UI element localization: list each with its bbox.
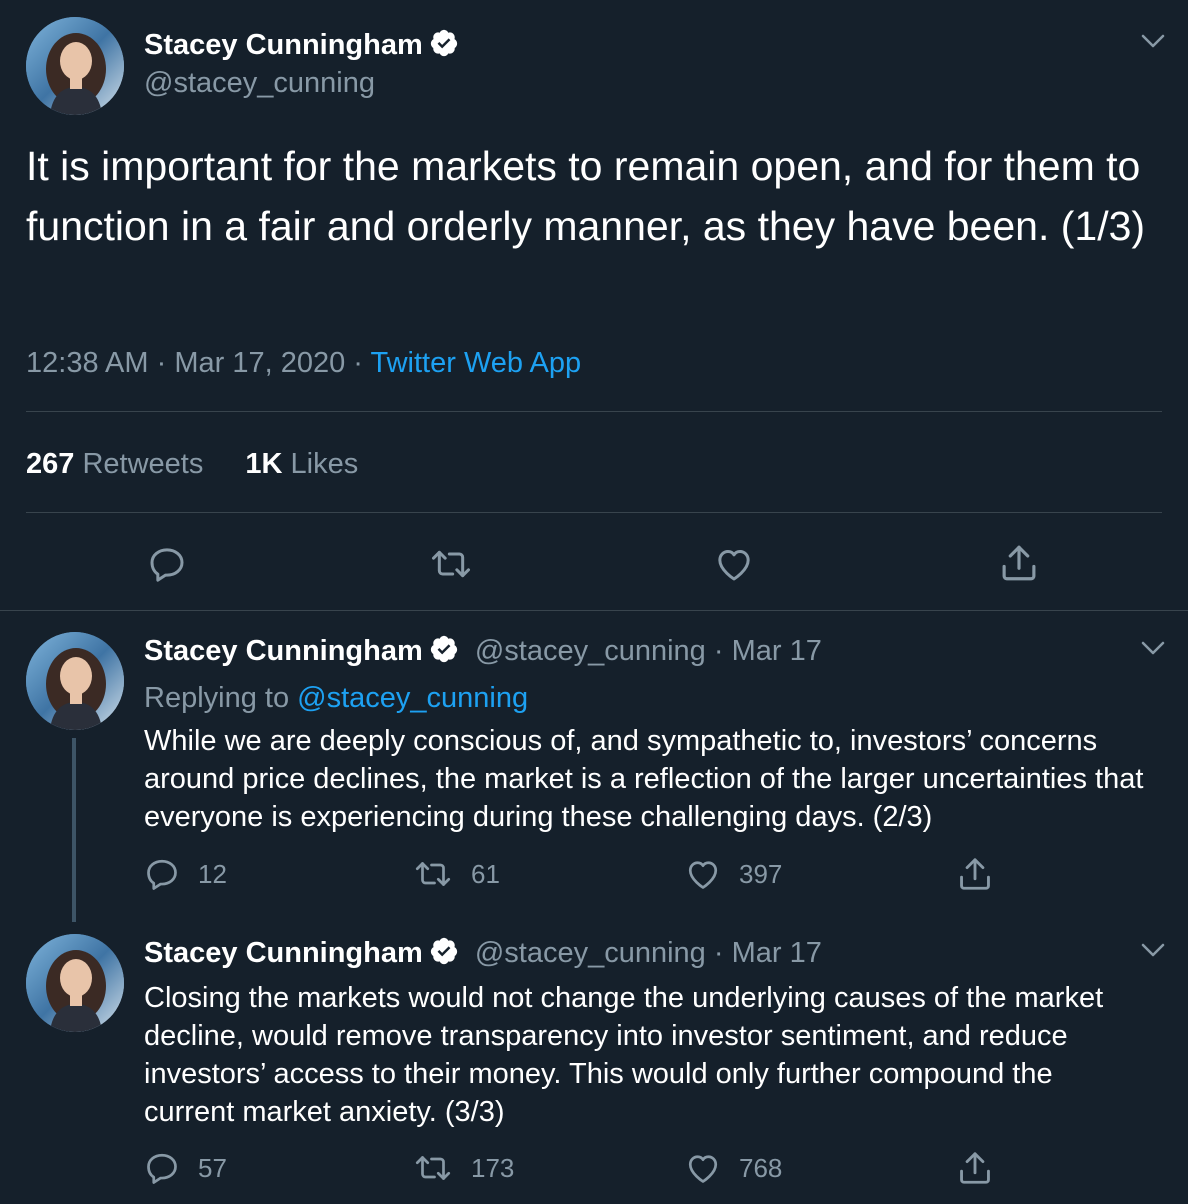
verified-badge-icon: [429, 28, 459, 71]
meta-separator: ·: [156, 347, 167, 379]
heart-icon: [685, 856, 721, 892]
retweet-count: 173: [471, 1152, 515, 1183]
divider: [0, 610, 1188, 611]
likes-stat[interactable]: 1K Likes: [245, 448, 358, 480]
retweet-button[interactable]: [429, 544, 473, 589]
retweet-icon: [413, 856, 453, 892]
main-tweet-author[interactable]: Stacey Cunningham: [144, 28, 459, 71]
like-button[interactable]: [714, 544, 754, 589]
avatar-photo: [26, 632, 124, 730]
meta-separator: ·: [713, 635, 724, 667]
retweets-label: Retweets: [82, 448, 204, 480]
reply-header: Stacey Cunningham @stacey_cunning · Mar …: [144, 634, 822, 672]
like-count: 397: [739, 858, 783, 889]
heart-icon: [714, 544, 754, 584]
reply-icon: [147, 544, 187, 584]
tweet-stats: 267 Retweets 1K Likes: [26, 446, 358, 482]
retweet-button[interactable]: 61: [413, 856, 500, 892]
chevron-down-icon[interactable]: [1138, 935, 1168, 970]
share-icon: [956, 855, 994, 893]
likes-count: 1K: [245, 448, 283, 480]
avatar[interactable]: [26, 632, 124, 730]
tweet-time[interactable]: 12:38 AM: [26, 347, 149, 379]
chevron-down-icon[interactable]: [1138, 633, 1168, 668]
share-button[interactable]: [956, 1149, 994, 1187]
verified-badge-icon: [429, 634, 459, 672]
heart-icon: [685, 1150, 721, 1186]
reply-button[interactable]: [147, 544, 187, 589]
reply-text: While we are deeply conscious of, and sy…: [144, 725, 1144, 833]
avatar[interactable]: [26, 934, 124, 1032]
reply-button[interactable]: 57: [144, 1150, 227, 1186]
retweet-button[interactable]: 173: [413, 1150, 514, 1186]
like-count: 768: [739, 1152, 783, 1183]
share-icon: [998, 542, 1040, 584]
reply-count: 57: [198, 1152, 227, 1183]
reply-count: 12: [198, 858, 227, 889]
meta-separator: ·: [353, 347, 363, 379]
reply-icon: [144, 1150, 180, 1186]
author-handle[interactable]: @stacey_cunning: [144, 66, 375, 100]
meta-separator: ·: [713, 937, 724, 969]
divider: [26, 512, 1162, 513]
tweet-source[interactable]: Twitter Web App: [371, 347, 582, 379]
replying-to: Replying to @stacey_cunning: [144, 680, 528, 716]
replying-to-label: Replying to: [144, 682, 290, 714]
like-button[interactable]: 397: [685, 856, 782, 892]
tweet-date[interactable]: Mar 17, 2020: [174, 347, 345, 379]
divider: [26, 411, 1162, 412]
reply-button[interactable]: 12: [144, 856, 227, 892]
retweet-icon: [429, 544, 473, 584]
author-handle[interactable]: @stacey_cunning: [475, 635, 706, 667]
likes-label: Likes: [290, 448, 359, 480]
retweets-stat[interactable]: 267 Retweets: [26, 448, 211, 480]
reply-date[interactable]: Mar 17: [732, 937, 822, 969]
reply-text: Closing the markets would not change the…: [144, 982, 1104, 1128]
author-name[interactable]: Stacey Cunningham: [144, 937, 423, 969]
chevron-down-icon[interactable]: [1138, 26, 1168, 61]
retweet-count: 61: [471, 858, 500, 889]
retweets-count: 267: [26, 448, 75, 480]
avatar-photo: [26, 934, 124, 1032]
avatar[interactable]: [26, 17, 124, 115]
replying-to-handle[interactable]: @stacey_cunning: [297, 682, 528, 714]
main-tweet-text: It is important for the markets to remai…: [26, 143, 1146, 249]
author-handle[interactable]: @stacey_cunning: [475, 937, 706, 969]
share-button[interactable]: [956, 855, 994, 893]
thread-line: [72, 738, 76, 922]
tweet-meta: 12:38 AM · Mar 17, 2020 · Twitter Web Ap…: [26, 345, 581, 381]
reply-icon: [144, 856, 180, 892]
author-name[interactable]: Stacey Cunningham: [144, 635, 423, 667]
like-button[interactable]: 768: [685, 1150, 782, 1186]
share-button[interactable]: [998, 542, 1040, 589]
reply-date[interactable]: Mar 17: [732, 635, 822, 667]
share-icon: [956, 1149, 994, 1187]
author-name[interactable]: Stacey Cunningham: [144, 29, 423, 61]
verified-badge-icon: [429, 936, 459, 974]
avatar-photo: [26, 17, 124, 115]
retweet-icon: [413, 1150, 453, 1186]
reply-header: Stacey Cunningham @stacey_cunning · Mar …: [144, 936, 822, 974]
